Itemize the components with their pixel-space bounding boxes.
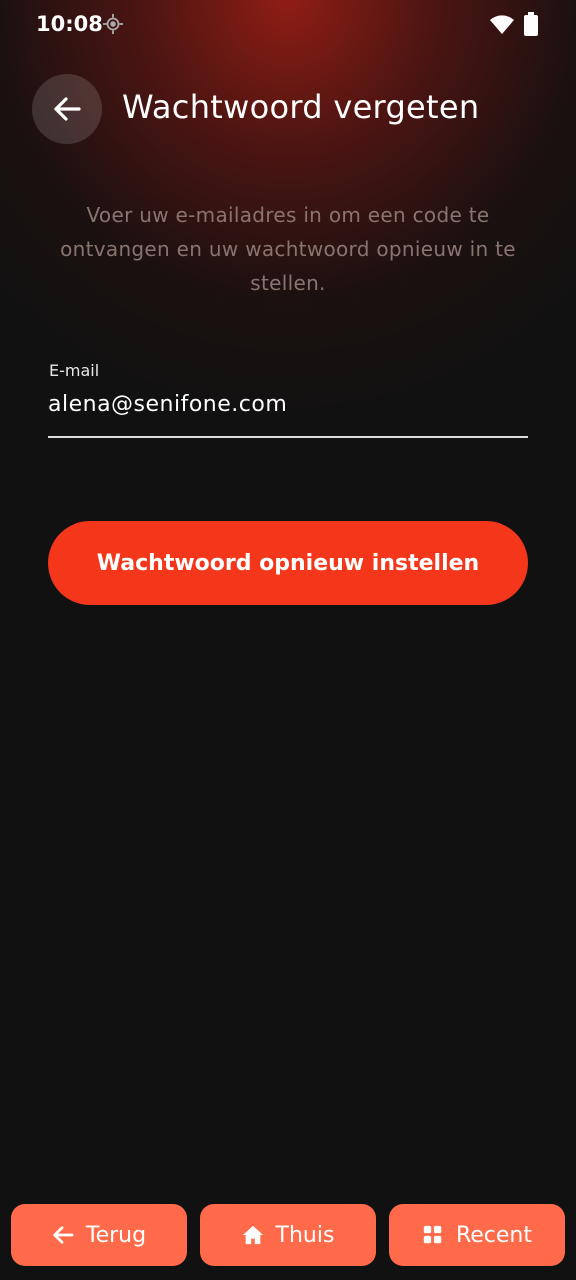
- status-bar: 10:08: [0, 0, 576, 50]
- email-label: E-mail: [49, 361, 100, 380]
- battery-icon: [524, 12, 538, 36]
- home-icon: [242, 1225, 263, 1245]
- email-field[interactable]: [48, 392, 528, 417]
- nav-recent-label: Recent: [455, 1222, 533, 1248]
- nav-home-button[interactable]: Thuis: [200, 1204, 376, 1266]
- instructions-text: Voer uw e-mailadres in om een code te on…: [60, 203, 516, 295]
- status-time: 10:08: [36, 12, 103, 36]
- nav-back-button[interactable]: Terug: [11, 1204, 187, 1266]
- back-button[interactable]: [32, 74, 102, 144]
- nav-recent-button[interactable]: Recent: [389, 1204, 565, 1266]
- arrow-left-icon: [53, 1226, 74, 1244]
- nav-home-label: Thuis: [275, 1222, 335, 1248]
- reset-password-button[interactable]: Wachtwoord opnieuw instellen: [48, 521, 528, 605]
- arrow-left-icon: [54, 97, 81, 121]
- recent-apps-icon: [423, 1225, 442, 1244]
- nav-back-label: Terug: [85, 1222, 147, 1248]
- email-field-underline: [48, 436, 528, 438]
- location-icon: [102, 13, 124, 35]
- wifi-icon: [490, 15, 514, 34]
- page-title: Wachtwoord vergeten: [122, 88, 480, 126]
